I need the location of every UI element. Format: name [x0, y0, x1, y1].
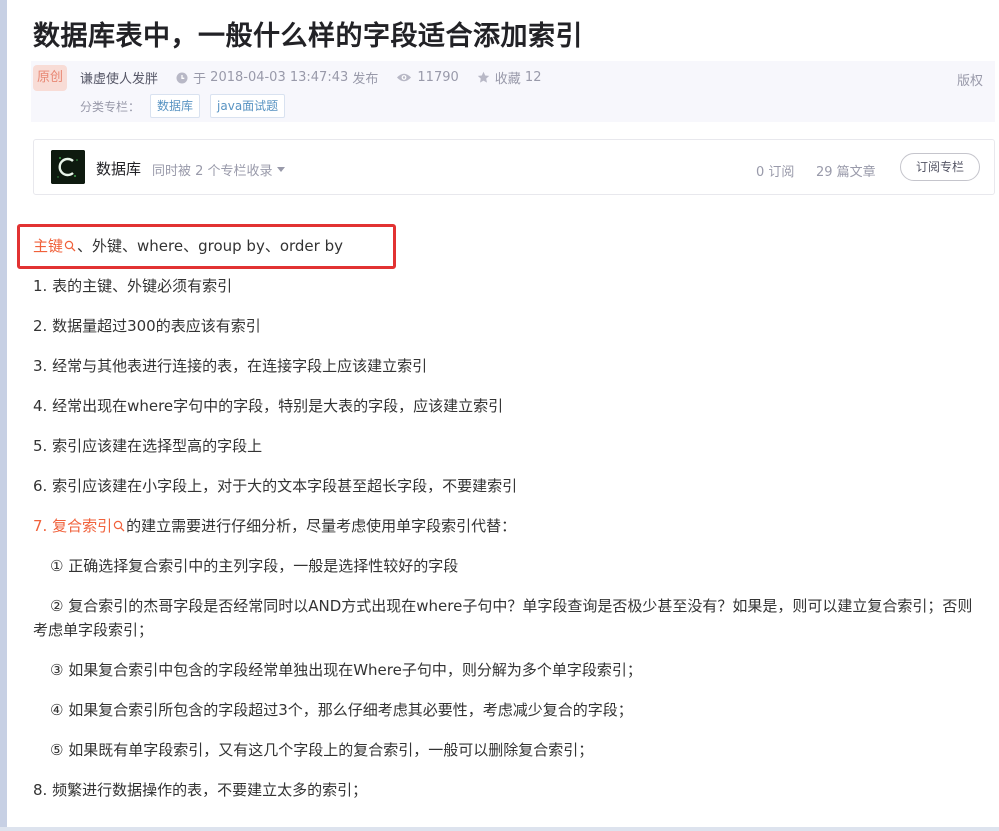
- sub-item-2-text: ② 复合索引的杰哥字段是否经常同时以AND方式出现在where子句中？单字段查询…: [33, 597, 973, 639]
- intro-line: 主键 、外键、where、group by、order by: [33, 236, 343, 256]
- sub-item-3: ③ 如果复合索引中包含的字段经常单独出现在Where子句中，则分解为多个单字段索…: [50, 661, 642, 679]
- column-name[interactable]: 数据库: [96, 158, 141, 179]
- sub-item-4: ④ 如果复合索引所包含的字段超过3个，那么仔细考虑其必要性，考虑减少复合的字段；: [50, 701, 633, 719]
- list-item-4: 4. 经常出现在where字句中的字段，特别是大表的字段，应该建立索引: [33, 397, 504, 415]
- list-item-7-number: 7.: [33, 517, 48, 535]
- column-card: 数据库 同时被 2 个专栏收录 0 订阅 29 篇文章 订阅专栏: [33, 139, 995, 195]
- list-item-1: 1. 表的主键、外键必须有索引: [33, 277, 233, 295]
- favorite-count: 12: [524, 70, 542, 85]
- publish-suffix: 发布: [352, 72, 379, 87]
- sub-item-2: ② 复合索引的杰哥字段是否经常同时以AND方式出现在where子句中？单字段查询…: [33, 594, 978, 642]
- original-badge: 原创: [33, 65, 67, 91]
- subscribe-column-button[interactable]: 订阅专栏: [900, 153, 980, 181]
- sub-item-1: ① 正确选择复合索引中的主列字段，一般是选择性较好的字段: [50, 557, 459, 575]
- bottom-page-edge: [0, 827, 999, 831]
- publish-time: 2018-04-03 13:47:43: [210, 70, 349, 85]
- list-item-2: 2. 数据量超过300的表应该有索引: [33, 317, 261, 335]
- keyword-link-composite-index[interactable]: 复合索引: [52, 517, 112, 535]
- sub-item-5: ⑤ 如果既有单字段索引，又有这几个字段上的复合索引，一般可以删除复合索引；: [50, 741, 594, 759]
- article-meta-bar: 原创 谦虚使人发胖 于 2018-04-03 13:47:43 发布 11790…: [31, 61, 995, 122]
- list-item-5: 5. 索引应该建在选择型高的字段上: [33, 437, 263, 455]
- left-page-edge: [0, 0, 7, 831]
- column-logo-icon: [51, 150, 85, 184]
- category-tag-database[interactable]: 数据库: [150, 94, 201, 118]
- keyword-link-primary-key[interactable]: 主键: [33, 237, 63, 255]
- list-item-7: 7. 复合索引 的建立需要进行仔细分析，尽量考虑使用单字段索引代替：: [33, 516, 516, 536]
- column-avatar[interactable]: [51, 150, 85, 184]
- favorite-label: 收藏: [494, 72, 521, 87]
- column-article-count: 29 篇文章: [816, 165, 876, 180]
- author-name[interactable]: 谦虚使人发胖: [80, 68, 158, 87]
- list-item-8: 8. 频繁进行数据操作的表，不要建立太多的索引；: [33, 781, 368, 799]
- eye-icon: [397, 73, 412, 82]
- list-item-3: 3. 经常与其他表进行连接的表，在连接字段上应该建立索引: [33, 357, 428, 375]
- column-collected-text: 同时被 2 个专栏收录: [152, 164, 273, 179]
- list-item-7-text: 的建立需要进行仔细分析，尽量考虑使用单字段索引代替：: [126, 517, 517, 535]
- list-item-6: 6. 索引应该建在小字段上，对于大的文本字段甚至超长字段，不要建索引: [33, 477, 518, 495]
- intro-rest: 、外键、where、group by、order by: [77, 237, 343, 255]
- favorite-button[interactable]: 收藏 12: [477, 68, 542, 87]
- column-subscriber-count: 0 订阅: [756, 165, 795, 180]
- category-row: 分类专栏： 数据库 java面试题: [80, 94, 286, 118]
- publish-prefix: 于: [193, 72, 207, 87]
- category-label: 分类专栏：: [80, 99, 141, 114]
- search-icon: [64, 240, 76, 252]
- view-count: 11790: [396, 70, 459, 85]
- star-icon: [477, 71, 489, 83]
- clock-icon: [176, 72, 188, 83]
- copyright-link[interactable]: 版权: [957, 70, 983, 89]
- article-info-row: 谦虚使人发胖 于 2018-04-03 13:47:43 发布 11790 收藏…: [80, 68, 541, 87]
- article-title: 数据库表中，一般什么样的字段适合添加索引: [33, 21, 583, 52]
- category-tag-java-interview[interactable]: java面试题: [210, 94, 286, 118]
- caret-down-icon: [276, 167, 285, 172]
- publish-info: 于 2018-04-03 13:47:43 发布: [176, 68, 378, 87]
- view-count-value: 11790: [417, 70, 459, 85]
- column-collected-dropdown[interactable]: 同时被 2 个专栏收录: [152, 160, 285, 179]
- search-icon: [113, 520, 125, 532]
